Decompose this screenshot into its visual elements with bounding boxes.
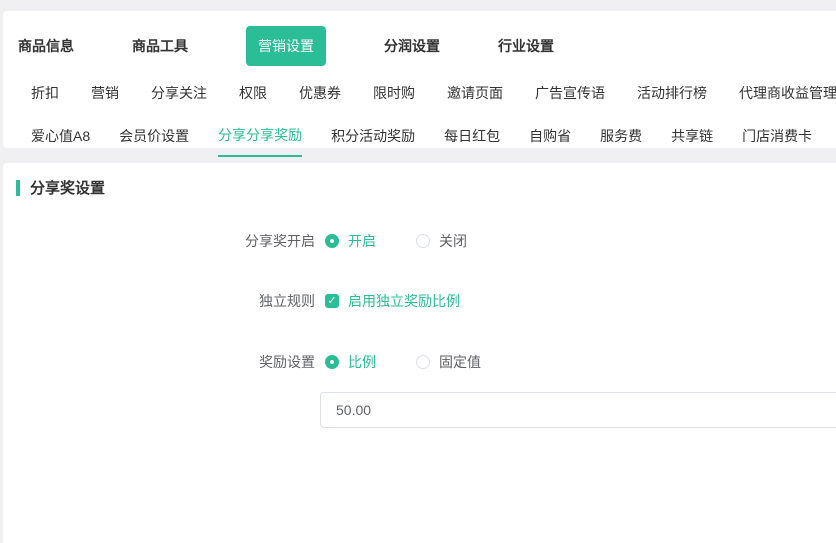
radio-option-fixed[interactable]: 固定值	[416, 352, 481, 372]
thirdtab-points-activity-reward[interactable]: 积分活动奖励	[331, 126, 415, 156]
main-tab-bar: 商品信息 商品工具 营销设置 分润设置 行业设置	[3, 11, 836, 67]
subtab-permission[interactable]: 权限	[239, 83, 267, 103]
reward-type-row: 奖励设置 比例 固定值	[3, 352, 836, 372]
subtab-activity-ranking[interactable]: 活动排行榜	[637, 83, 707, 103]
radio-option-off[interactable]: 关闭	[416, 231, 467, 251]
radio-ratio-label: 比例	[348, 352, 376, 372]
reward-type-options: 比例 固定值	[325, 352, 521, 372]
checkbox-label: 启用独立奖励比例	[348, 291, 460, 311]
radio-fixed-icon[interactable]	[416, 355, 430, 369]
tab-profit-settings[interactable]: 分润设置	[384, 36, 440, 56]
tab-industry-settings[interactable]: 行业设置	[498, 36, 554, 56]
tab-product-tools[interactable]: 商品工具	[132, 36, 188, 56]
tab-marketing-settings[interactable]: 营销设置	[246, 26, 326, 66]
radio-fixed-label: 固定值	[439, 352, 481, 372]
independent-rule-label: 独立规则	[3, 291, 315, 311]
subtab-flash-sale[interactable]: 限时购	[373, 83, 415, 103]
reward-ratio-input[interactable]	[320, 392, 836, 428]
thirdtab-daily-red-packet[interactable]: 每日红包	[444, 126, 500, 156]
radio-off-icon[interactable]	[416, 234, 430, 248]
share-switch-options: 开启 关闭	[325, 231, 507, 251]
subtab-invite-page[interactable]: 邀请页面	[447, 83, 503, 103]
subtab-ad-slogan[interactable]: 广告宣传语	[535, 83, 605, 103]
sub-tab-bar: 折扣 营销 分享关注 权限 优惠券 限时购 邀请页面 广告宣传语 活动排行榜 代…	[3, 67, 836, 103]
third-tab-bar: 爱心值A8 会员价设置 分享分享奖励 积分活动奖励 每日红包 自购省 服务费 共…	[3, 103, 836, 157]
independent-rule-row: 独立规则 ✓ 启用独立奖励比例	[3, 291, 836, 311]
independent-rule-controls: ✓ 启用独立奖励比例	[325, 291, 500, 311]
share-reward-settings-panel: 分享奖设置 分享奖开启 开启 关闭 独立规则 ✓ 启用独立奖励比例 奖励设置	[3, 163, 836, 543]
thirdtab-self-purchase-save[interactable]: 自购省	[529, 126, 571, 156]
checkbox-enable-independent-ratio[interactable]: ✓ 启用独立奖励比例	[325, 291, 460, 311]
subtab-share-follow[interactable]: 分享关注	[151, 83, 207, 103]
thirdtab-love-value-a8[interactable]: 爱心值A8	[31, 126, 90, 156]
radio-option-on[interactable]: 开启	[325, 231, 376, 251]
tab-panel: 商品信息 商品工具 营销设置 分润设置 行业设置 折扣 营销 分享关注 权限 优…	[3, 11, 836, 148]
tab-product-info[interactable]: 商品信息	[18, 36, 74, 56]
thirdtab-shared-chain[interactable]: 共享链	[671, 126, 713, 156]
share-switch-label: 分享奖开启	[3, 231, 315, 251]
subtab-discount[interactable]: 折扣	[31, 83, 59, 103]
radio-ratio-icon[interactable]	[325, 355, 339, 369]
radio-off-label: 关闭	[439, 231, 467, 251]
radio-on-icon[interactable]	[325, 234, 339, 248]
section-header: 分享奖设置	[16, 177, 836, 198]
subtab-marketing[interactable]: 营销	[91, 83, 119, 103]
section-title: 分享奖设置	[30, 177, 105, 198]
reward-type-label: 奖励设置	[3, 352, 315, 372]
subtab-agent-revenue[interactable]: 代理商收益管理	[739, 83, 836, 103]
thirdtab-store-consumption-card[interactable]: 门店消费卡	[742, 126, 812, 156]
thirdtab-member-price[interactable]: 会员价设置	[119, 126, 189, 156]
share-switch-row: 分享奖开启 开启 关闭	[3, 231, 836, 251]
checkbox-checked-icon[interactable]: ✓	[325, 294, 339, 308]
radio-on-label: 开启	[348, 231, 376, 251]
radio-option-ratio[interactable]: 比例	[325, 352, 376, 372]
subtab-coupon[interactable]: 优惠券	[299, 83, 341, 103]
section-accent-bar	[16, 180, 20, 196]
thirdtab-share-reward[interactable]: 分享分享奖励	[218, 125, 302, 157]
thirdtab-service-fee[interactable]: 服务费	[600, 126, 642, 156]
